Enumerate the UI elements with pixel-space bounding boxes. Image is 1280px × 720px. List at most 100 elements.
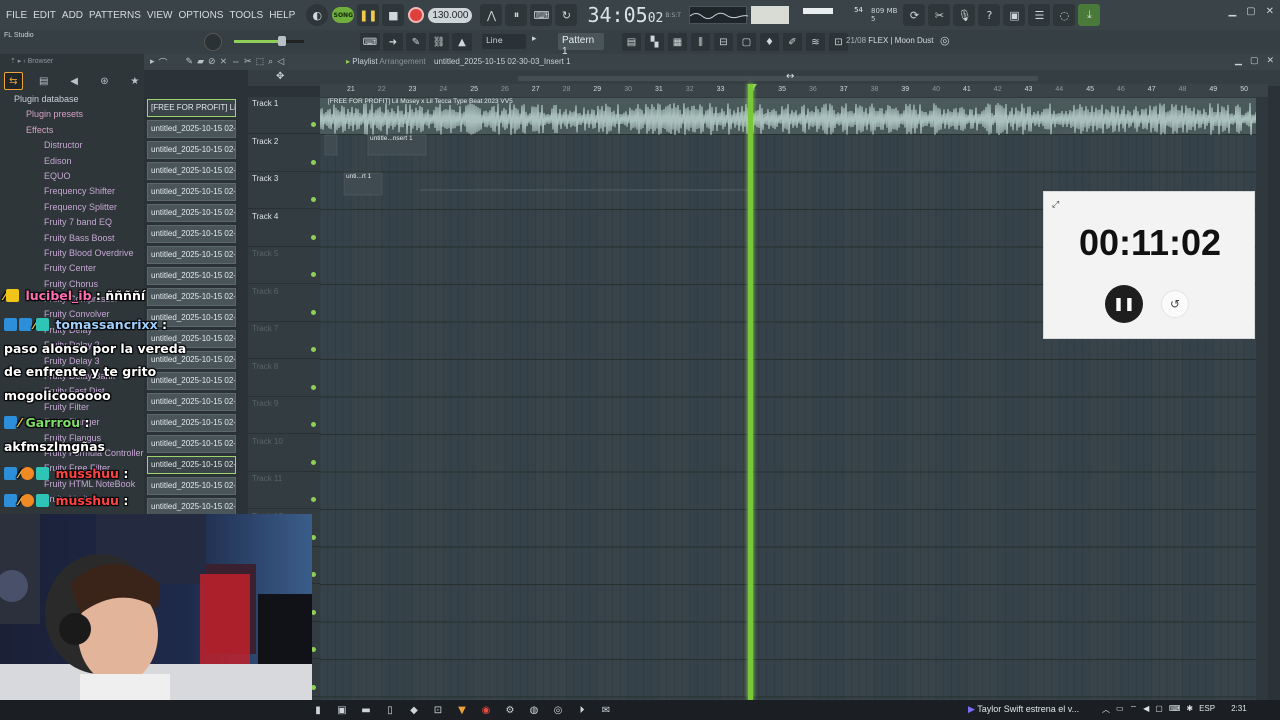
expand-icon[interactable]: ⤢ <box>1052 200 1064 212</box>
plugin-picker-icon[interactable]: ⊟ <box>714 33 733 51</box>
chrome-icon[interactable]: ◉ <box>478 702 494 718</box>
taskbar-clock[interactable]: 2:31 <box>1231 704 1247 715</box>
bluetooth-icon[interactable]: ✱ <box>1186 704 1193 715</box>
browser-tree-item[interactable]: Fruity Blood Overdrive <box>0 246 144 261</box>
picker-item[interactable]: untitled_2025-10-15 02-... <box>147 162 236 180</box>
display-icon[interactable]: ▢ <box>1155 704 1163 715</box>
battery-icon[interactable]: ▭ <box>1116 704 1124 715</box>
resize-arrows-icon[interactable]: ✥ <box>276 71 284 82</box>
picker-item[interactable]: untitled_2025-10-15 02-... <box>147 120 236 138</box>
microphone-icon[interactable]: 🎙 <box>953 4 976 26</box>
picker-item[interactable]: untitled_2025-10-15 02-... <box>147 246 236 264</box>
draw-tool-icon[interactable]: ✎ <box>186 56 194 69</box>
browser-speaker-tab-icon[interactable]: ◀ <box>65 72 83 90</box>
pattern-select[interactable]: Pattern 1 <box>558 33 604 57</box>
browser-tree-item[interactable]: Fruity 7 band EQ <box>0 215 144 230</box>
chevron-up-icon[interactable]: ︿ <box>1102 704 1110 715</box>
snap-select[interactable]: Line <box>482 34 526 49</box>
browser-tree-item[interactable]: Edison <box>0 154 144 169</box>
menu-add[interactable]: ADD <box>62 10 83 21</box>
cpu-refresh-icon[interactable]: ⟳ <box>903 4 926 26</box>
track-enable-led[interactable] <box>311 497 316 502</box>
link-icon[interactable]: ⛓ <box>429 33 449 51</box>
browser-tree-item[interactable]: Frequency Shifter <box>0 184 144 199</box>
browser-star-tab-icon[interactable]: ★ <box>126 72 144 90</box>
browser-tree-item[interactable]: EQUO <box>0 169 144 184</box>
stamp-icon[interactable]: ▲ <box>452 33 472 51</box>
playlist-grid[interactable]: [FREE FOR PROFIT] Lil Mosey x Lil Tecca … <box>320 84 1268 700</box>
vertical-scrollbar[interactable] <box>1256 97 1268 700</box>
menu-view[interactable]: VIEW <box>147 10 173 21</box>
terminal-icon[interactable]: ⊡ <box>430 702 446 718</box>
keyboard-icon[interactable]: ⌨ <box>1169 704 1181 715</box>
playlist-maximize-icon[interactable]: ▢ <box>1250 55 1259 66</box>
metronome-icon[interactable]: ⋀ <box>480 4 503 26</box>
tempo-tap-icon[interactable]: ♦ <box>760 33 779 51</box>
save-icon[interactable]: ▣ <box>1003 4 1026 26</box>
minimize-icon[interactable]: ▁ <box>1228 6 1236 17</box>
browser-tree-item[interactable]: Fruity Bass Boost <box>0 231 144 246</box>
chat-icon[interactable]: ◌ <box>1053 4 1076 26</box>
picker-item[interactable]: untitled_2025-10-15 02-... <box>147 477 236 495</box>
tools-icon[interactable]: ✂ <box>928 4 951 26</box>
track-enable-led[interactable] <box>311 234 316 240</box>
browser-arrows-icon[interactable]: ⇡ ▸ ‹ <box>10 58 26 65</box>
playlist-icon[interactable]: ▤ <box>622 33 641 51</box>
track-header[interactable]: Track 11 <box>248 472 320 509</box>
vscode-icon[interactable]: ◆ <box>406 702 422 718</box>
track-header[interactable]: Track 2 <box>248 135 320 172</box>
track-header[interactable]: Track 9 <box>248 397 320 434</box>
track-header[interactable]: Track 3 <box>248 172 320 209</box>
menu-file[interactable]: FILE <box>6 10 27 21</box>
pencil-icon[interactable]: ✎ <box>406 33 426 51</box>
song-mode-toggle[interactable]: SONG <box>332 7 355 23</box>
channel-rack-icon[interactable]: ▦ <box>668 33 687 51</box>
loop-record-icon[interactable]: ↻ <box>555 4 578 26</box>
browser-all-tab-icon[interactable]: ⇆ <box>4 72 23 90</box>
arrow-right-icon[interactable]: ➜ <box>383 33 403 51</box>
timer-reset-button[interactable]: ↺ <box>1161 290 1189 318</box>
track-enable-led[interactable] <box>311 422 316 427</box>
menu-help[interactable]: HELP <box>269 10 295 21</box>
browser-tree-item[interactable]: Plugin database <box>0 92 144 107</box>
master-volume-handle[interactable] <box>278 36 286 46</box>
track-enable-led[interactable] <box>311 309 316 315</box>
track-header[interactable]: Track 6 <box>248 285 320 322</box>
arrow-play-icon[interactable]: ▸ <box>150 56 155 69</box>
track-header[interactable]: Track 1 <box>248 97 320 134</box>
delete-tool-icon[interactable]: ⊘ <box>208 56 216 69</box>
browser-tree-item[interactable]: Plugin presets <box>0 107 144 122</box>
picker-item[interactable]: [FREE FOR PROFIT] Li... <box>147 99 236 117</box>
track-header[interactable]: Track 7 <box>248 322 320 359</box>
track-enable-led[interactable] <box>311 384 316 390</box>
playlist-minimize-icon[interactable]: ▁ <box>1235 55 1242 66</box>
picker-item[interactable]: untitled_2025-10-15 02-... <box>147 204 236 222</box>
browser-tree-item[interactable]: Fruity Center <box>0 261 144 276</box>
master-volume-slider[interactable] <box>234 36 304 46</box>
master-pitch-knob-icon[interactable] <box>204 33 222 51</box>
track-enable-led[interactable] <box>311 159 316 165</box>
magnet-icon[interactable]: ⌒ <box>159 56 168 69</box>
fl-studio-icon[interactable]: ▼ <box>454 702 470 718</box>
picker-item[interactable]: untitled_2025-10-15 02-... <box>147 393 236 411</box>
track-enable-led[interactable] <box>311 122 316 127</box>
mixer-window-icon[interactable]: ⫼ <box>691 33 710 51</box>
record-button[interactable] <box>408 7 425 23</box>
volume-icon[interactable]: ◀ <box>1143 704 1149 715</box>
browser-plugin-tab-icon[interactable]: ⊛ <box>95 72 113 90</box>
browser-window-icon[interactable]: ▢ <box>737 33 756 51</box>
track-enable-led[interactable] <box>311 197 316 202</box>
slice-tool-icon[interactable]: ✂ <box>244 56 252 69</box>
obs-icon[interactable]: ◎ <box>550 702 566 718</box>
maximize-icon[interactable]: ▢ <box>1246 6 1255 17</box>
file-icon[interactable]: ▯ <box>382 702 398 718</box>
paint-tool-icon[interactable]: ▰ <box>197 56 204 69</box>
picker-item[interactable]: untitled_2025-10-15 02-... <box>147 414 236 432</box>
language-indicator[interactable]: ESP <box>1199 704 1215 715</box>
menu-edit[interactable]: EDIT <box>33 10 56 21</box>
playhead[interactable] <box>748 84 753 700</box>
tempo-display[interactable]: 130.000 <box>428 7 473 23</box>
help-icon[interactable]: ? <box>978 4 1001 26</box>
wave-icon[interactable]: ≋ <box>806 33 825 51</box>
picker-item[interactable]: untitled_2025-10-15 02-... <box>147 288 236 306</box>
